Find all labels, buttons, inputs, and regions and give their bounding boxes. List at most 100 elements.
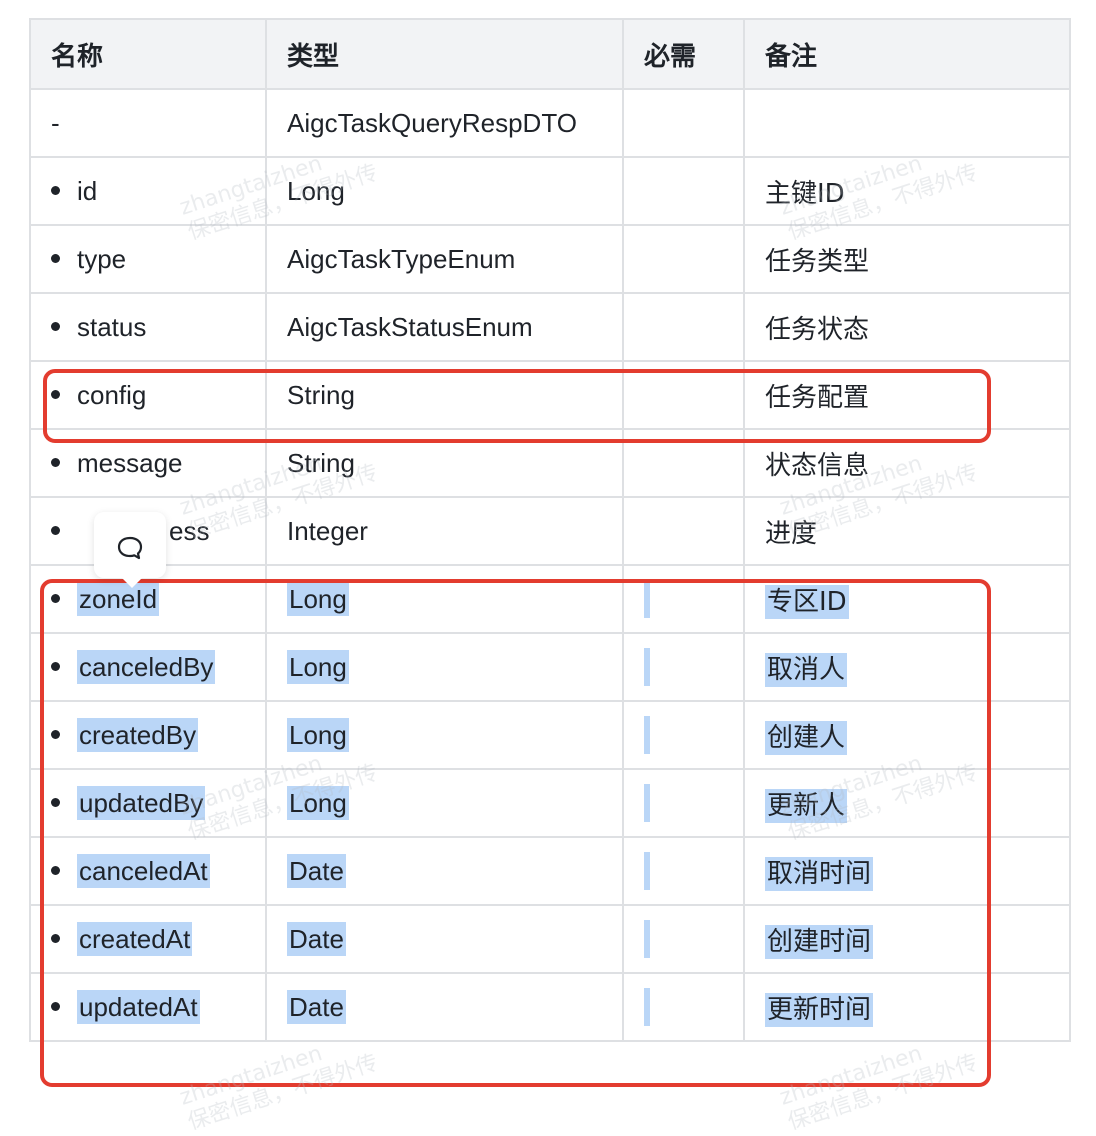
field-note: 状态信息 (765, 450, 870, 481)
note-cell[interactable] (743, 88, 1071, 158)
field-type: Integer (287, 515, 368, 546)
field-name: config (77, 379, 147, 410)
field-type: Long (287, 649, 349, 684)
type-cell[interactable]: Long (265, 564, 624, 634)
table-row: updatedBy Long 更新人 (29, 768, 1071, 838)
bullet-icon (51, 866, 60, 876)
bullet-icon (51, 526, 60, 536)
name-cell[interactable]: canceledBy (29, 632, 267, 702)
note-cell[interactable]: 更新时间 (743, 972, 1071, 1042)
comment-icon (117, 536, 143, 560)
required-cell[interactable] (622, 224, 745, 294)
name-cell[interactable]: config (29, 360, 267, 430)
type-cell[interactable]: Integer (265, 496, 624, 566)
header-note: 备注 (743, 18, 1071, 90)
field-note: 主键ID (765, 178, 845, 209)
table-row: ess Integer 进度 (29, 496, 1071, 566)
type-cell[interactable]: String (265, 428, 624, 498)
note-cell[interactable]: 更新人 (743, 768, 1071, 838)
required-cell[interactable] (622, 768, 745, 838)
required-cell[interactable] (622, 428, 745, 498)
note-cell[interactable]: 进度 (743, 496, 1071, 566)
table-row: zoneId Long 专区ID (29, 564, 1071, 634)
note-cell[interactable]: 取消人 (743, 632, 1071, 702)
bullet-icon (51, 322, 60, 332)
table-row: createdBy Long 创建人 (29, 700, 1071, 770)
field-name: createdAt (77, 921, 193, 956)
required-cell[interactable] (622, 836, 745, 906)
bullet-icon (51, 662, 60, 672)
field-name: updatedBy (77, 785, 206, 820)
type-cell[interactable]: AigcTaskStatusEnum (265, 292, 624, 362)
note-cell[interactable]: 任务类型 (743, 224, 1071, 294)
field-note: 任务状态 (765, 314, 870, 345)
note-cell[interactable]: 任务配置 (743, 360, 1071, 430)
required-cell[interactable] (622, 360, 745, 430)
required-cell[interactable] (622, 632, 745, 702)
type-cell[interactable]: Date (265, 836, 624, 906)
field-note: 取消人 (765, 652, 848, 687)
api-field-table: 名称 类型 必需 备注 - AigcTaskQueryRespDTO id Lo… (29, 18, 1071, 1042)
field-note: 专区ID (765, 584, 849, 619)
name-cell[interactable]: createdBy (29, 700, 267, 770)
required-cell[interactable] (622, 292, 745, 362)
selection-highlight (644, 648, 650, 686)
field-name: type (77, 243, 127, 274)
note-cell[interactable]: 主键ID (743, 156, 1071, 226)
field-type: AigcTaskStatusEnum (287, 311, 533, 342)
field-note: 更新时间 (765, 992, 874, 1027)
bullet-icon (51, 730, 60, 740)
note-cell[interactable]: 任务状态 (743, 292, 1071, 362)
name-cell[interactable]: - (29, 88, 267, 158)
required-cell[interactable] (622, 972, 745, 1042)
table-row: type AigcTaskTypeEnum 任务类型 (29, 224, 1071, 294)
type-cell[interactable]: String (265, 360, 624, 430)
selection-highlight (644, 852, 650, 890)
type-cell[interactable]: Long (265, 768, 624, 838)
note-cell[interactable]: 取消时间 (743, 836, 1071, 906)
field-note: 创建时间 (765, 924, 874, 959)
name-cell[interactable]: canceledAt (29, 836, 267, 906)
field-type: Long (287, 717, 349, 752)
table-row: canceledBy Long 取消人 (29, 632, 1071, 702)
required-cell[interactable] (622, 904, 745, 974)
name-cell[interactable]: updatedAt (29, 972, 267, 1042)
bullet-icon (51, 390, 60, 400)
table-row: id Long 主键ID (29, 156, 1071, 226)
type-cell[interactable]: Date (265, 972, 624, 1042)
name-cell[interactable]: createdAt (29, 904, 267, 974)
name-cell[interactable]: message (29, 428, 267, 498)
table-row: updatedAt Date 更新时间 (29, 972, 1071, 1042)
field-note: 更新人 (765, 788, 848, 823)
required-cell[interactable] (622, 496, 745, 566)
type-cell[interactable]: AigcTaskQueryRespDTO (265, 88, 624, 158)
note-cell[interactable]: 专区ID (743, 564, 1071, 634)
field-type: AigcTaskQueryRespDTO (287, 107, 577, 138)
name-cell[interactable]: status (29, 292, 267, 362)
table-row: createdAt Date 创建时间 (29, 904, 1071, 974)
field-type: Date (287, 853, 346, 888)
type-cell[interactable]: Date (265, 904, 624, 974)
required-cell[interactable] (622, 156, 745, 226)
name-cell[interactable]: id (29, 156, 267, 226)
type-cell[interactable]: Long (265, 700, 624, 770)
required-cell[interactable] (622, 700, 745, 770)
required-cell[interactable] (622, 88, 745, 158)
name-cell[interactable]: updatedBy (29, 768, 267, 838)
note-cell[interactable]: 状态信息 (743, 428, 1071, 498)
header-required: 必需 (622, 18, 745, 90)
field-type: Date (287, 989, 346, 1024)
type-cell[interactable]: Long (265, 156, 624, 226)
field-name: status (77, 311, 147, 342)
type-cell[interactable]: AigcTaskTypeEnum (265, 224, 624, 294)
name-cell[interactable]: type (29, 224, 267, 294)
note-cell[interactable]: 创建时间 (743, 904, 1071, 974)
required-cell[interactable] (622, 564, 745, 634)
comment-button[interactable] (94, 512, 166, 588)
field-type: Date (287, 921, 346, 956)
field-type: Long (287, 175, 345, 206)
type-cell[interactable]: Long (265, 632, 624, 702)
note-cell[interactable]: 创建人 (743, 700, 1071, 770)
watermark: zhangtaizhen 保密信息，不得外传 (176, 1041, 381, 1136)
bullet-icon (51, 934, 60, 944)
